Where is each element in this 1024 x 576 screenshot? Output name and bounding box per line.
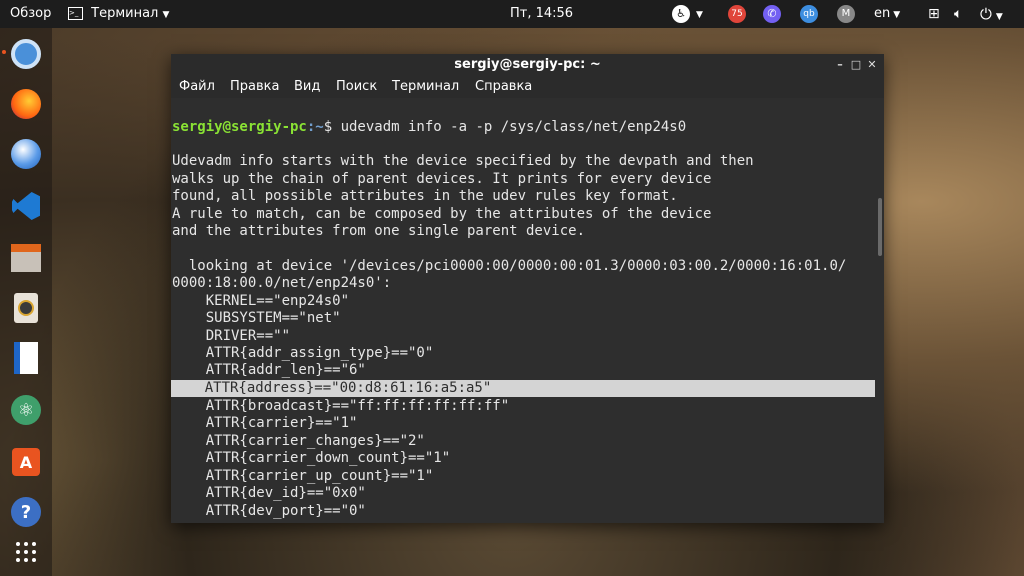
language-selector[interactable]: en ▼ [874, 0, 900, 28]
files-icon[interactable] [8, 240, 44, 276]
terminal-content[interactable]: sergiy@sergiy-pc:~$ udevadm info -a -p /… [171, 98, 884, 523]
output-line: SUBSYSTEM=="net" [172, 310, 341, 326]
show-apps-icon[interactable] [8, 534, 44, 570]
terminal-icon: >_ [68, 7, 83, 20]
terminal-scrollbar[interactable] [878, 198, 882, 256]
mail-indicator-icon[interactable]: M [837, 0, 855, 28]
vscode-icon[interactable] [8, 188, 44, 224]
close-icon[interactable]: ✕ [865, 54, 879, 76]
dock: ⚛ A ? [0, 28, 52, 576]
terminal-window: sergiy@sergiy-pc: ~ – □ ✕ Файл Правка Ви… [171, 54, 884, 523]
volume-icon[interactable]: 🔈︎ [954, 0, 962, 28]
output-line: ATTR{dev_id}=="0x0" [172, 485, 366, 501]
output-line: walks up the chain of parent devices. It… [172, 171, 712, 187]
app-menu[interactable]: >_ Терминал ▼ [68, 0, 169, 28]
firefox-icon[interactable] [8, 86, 44, 122]
notification-badge-icon[interactable]: 75 [728, 0, 746, 28]
menu-help[interactable]: Справка [475, 76, 532, 98]
running-indicator [2, 50, 6, 54]
writer-icon[interactable] [8, 340, 44, 376]
menu-file[interactable]: Файл [179, 76, 215, 98]
output-line: ATTR{carrier}=="1" [172, 415, 358, 431]
software-center-icon[interactable]: A [8, 444, 44, 480]
accessibility-icon[interactable]: ♿ ▼ [672, 0, 703, 28]
prompt-line: sergiy@sergiy-pc:~$ udevadm info -a -p /… [172, 119, 686, 136]
chevron-down-icon: ▼ [162, 10, 170, 20]
menu-edit[interactable]: Правка [230, 76, 279, 98]
qbittorrent-icon[interactable]: qb [800, 0, 818, 28]
menu-search[interactable]: Поиск [336, 76, 377, 98]
output-line: ATTR{dev_port}=="0" [172, 503, 366, 519]
output-line-highlighted: ATTR{address}=="00:d8:61:16:a5:a5" [171, 380, 875, 397]
help-icon[interactable]: ? [8, 494, 44, 530]
output-line: A rule to match, can be composed by the … [172, 206, 712, 222]
activities-button[interactable]: Обзор [10, 0, 51, 28]
window-titlebar[interactable]: sergiy@sergiy-pc: ~ – □ ✕ [171, 54, 884, 76]
top-panel: Обзор >_ Терминал ▼ Пт, 14:56 ♿ ▼ 75 ✆ qb… [0, 0, 1024, 28]
viber-icon[interactable]: ✆ [763, 0, 781, 28]
clock[interactable]: Пт, 14:56 [510, 0, 573, 28]
output-line: ATTR{addr_len}=="6" [172, 362, 366, 378]
prompt-symbol: $ [323, 119, 341, 135]
maximize-icon[interactable]: □ [849, 54, 863, 76]
output-line: 0000:18:00.0/net/enp24s0': [172, 275, 392, 291]
atom-icon[interactable]: ⚛ [8, 392, 44, 428]
minimize-icon[interactable]: – [833, 54, 847, 76]
menu-view[interactable]: Вид [294, 76, 320, 98]
output-line: found, all possible attributes in the ud… [172, 188, 678, 204]
badge-count: 75 [728, 4, 746, 23]
output-line: DRIVER=="" [172, 328, 291, 344]
output-line: ATTR{addr_assign_type}=="0" [172, 345, 434, 361]
output-line: ATTR{carrier_up_count}=="1" [172, 468, 434, 484]
output-line: Udevadm info starts with the device spec… [172, 153, 754, 169]
command-text: udevadm info -a -p /sys/class/net/enp24s… [340, 119, 687, 135]
app-menu-label: Терминал [91, 6, 159, 21]
menu-terminal[interactable]: Терминал [392, 76, 459, 98]
output-line: looking at device '/devices/pci0000:00/0… [172, 258, 847, 274]
thunderbird-icon[interactable] [8, 136, 44, 172]
rhythmbox-icon[interactable] [8, 290, 44, 326]
language-label: en [874, 6, 891, 21]
output-line: and the attributes from one single paren… [172, 223, 586, 239]
window-title: sergiy@sergiy-pc: ~ [454, 57, 601, 72]
output-line: ATTR{carrier_down_count}=="1" [172, 450, 451, 466]
output-line: KERNEL=="enp24s0" [172, 293, 350, 309]
output-line: ATTR{broadcast}=="ff:ff:ff:ff:ff:ff" [172, 398, 510, 414]
menu-bar: Файл Правка Вид Поиск Терминал Справка [171, 76, 884, 98]
prompt-user: sergiy@sergiy-pc [172, 119, 307, 135]
prompt-path: :~ [306, 119, 324, 135]
network-icon[interactable]: ⊞ [928, 0, 940, 28]
output-line: ATTR{carrier_changes}=="2" [172, 433, 425, 449]
power-icon[interactable]: ⏻ ▼ [980, 0, 1003, 28]
chromium-icon[interactable] [8, 36, 44, 72]
